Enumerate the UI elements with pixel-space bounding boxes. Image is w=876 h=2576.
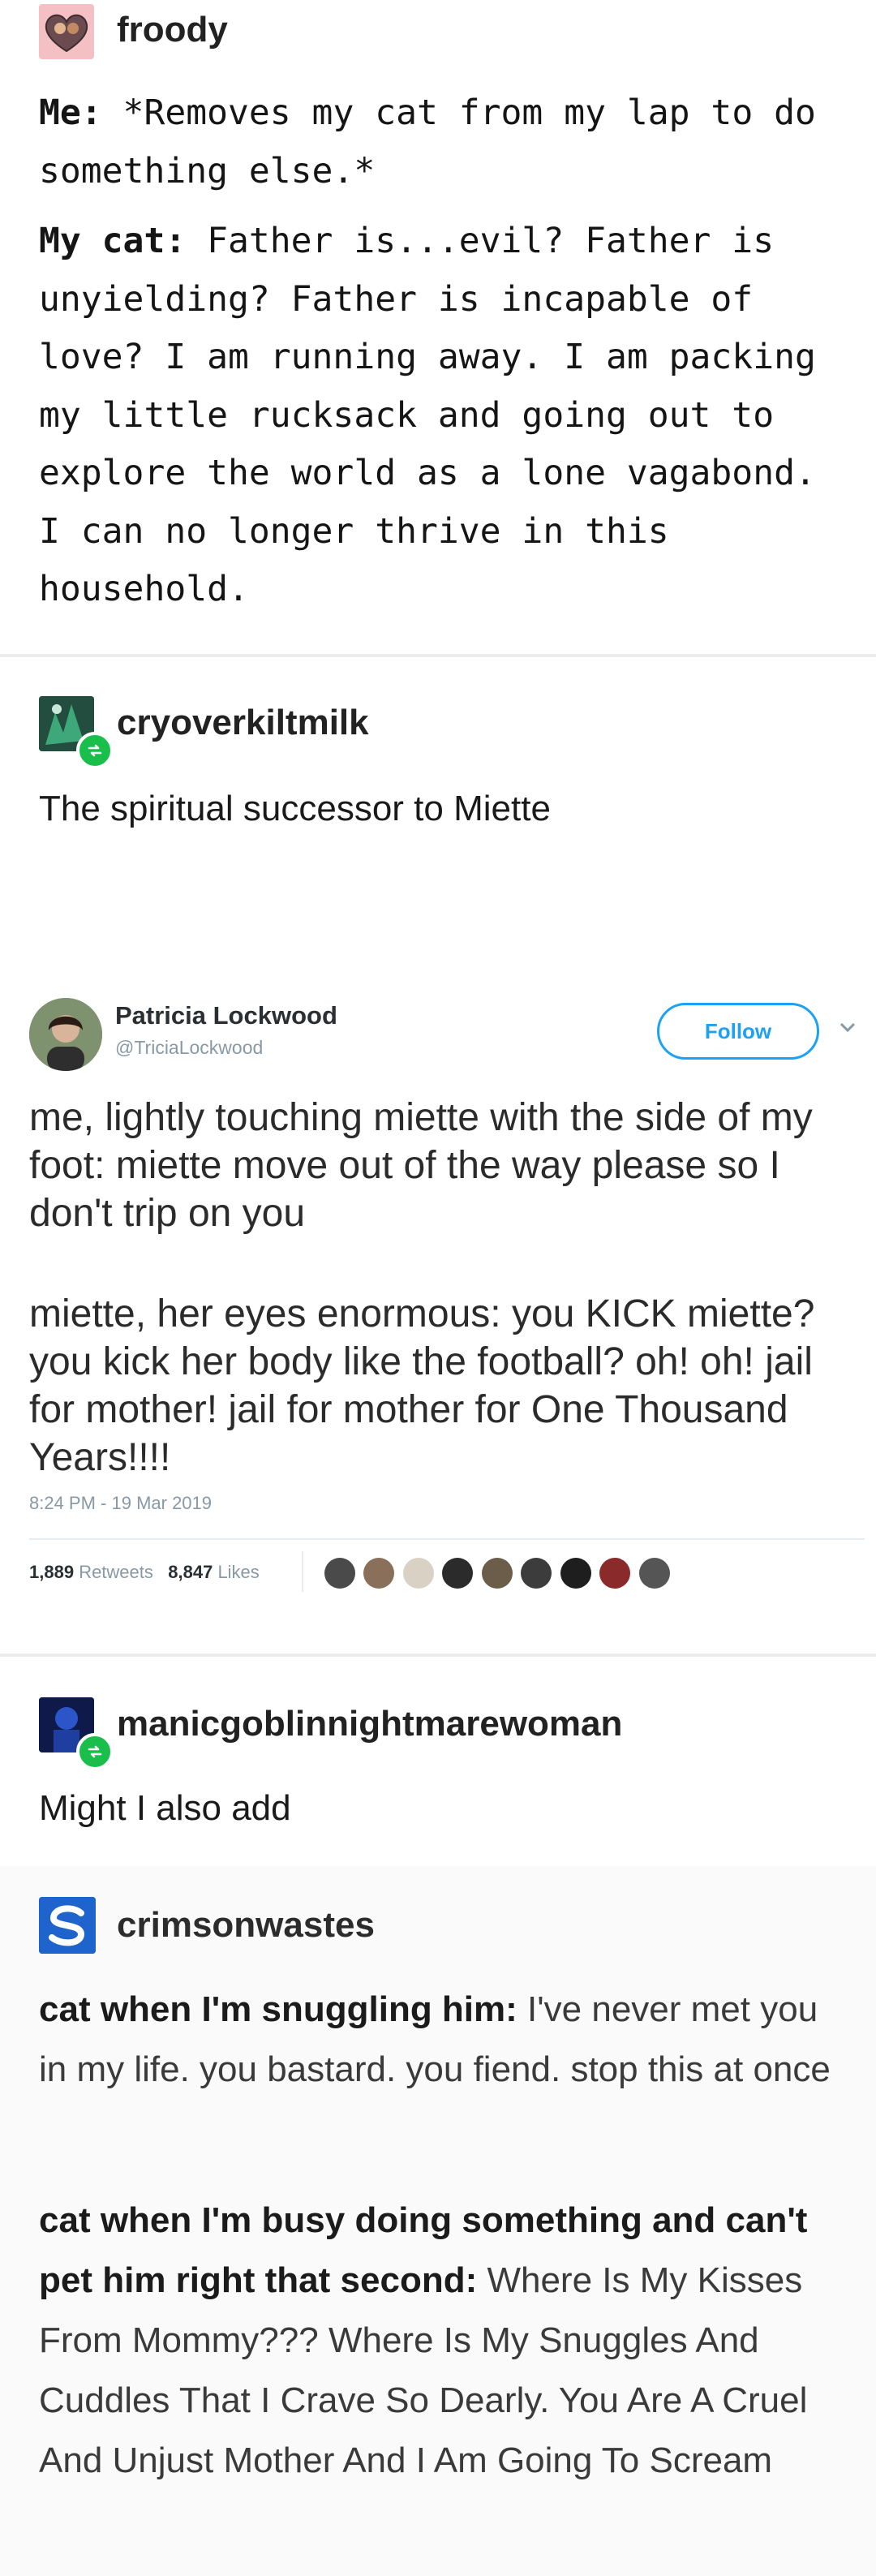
- username-manicgoblinnightmarewoman[interactable]: manicgoblinnightmarewoman: [117, 1704, 622, 1744]
- tweet-paragraph-2: miette, her eyes enormous: you KICK miet…: [29, 1292, 815, 1479]
- username-crimsonwastes[interactable]: crimsonwastes: [117, 1905, 375, 1946]
- tweet-author-handle[interactable]: @TriciaLockwood: [115, 1037, 263, 1059]
- post-paragraph-1: cat when I'm snuggling him: I've never m…: [39, 1980, 842, 2100]
- reblog-icon: [76, 1733, 114, 1770]
- liker-avatar-icon[interactable]: [560, 1558, 591, 1589]
- liker-avatar-icon[interactable]: [324, 1558, 355, 1589]
- likes-label[interactable]: Likes: [217, 1562, 259, 1582]
- tweet-timestamp[interactable]: 8:24 PM - 19 Mar 2019: [29, 1493, 212, 1514]
- reblog-icon: [76, 732, 114, 769]
- tweet-stats-rule: [29, 1538, 865, 1540]
- username-cryoverkiltmilk[interactable]: cryoverkiltmilk: [117, 703, 369, 743]
- tweet-avatar[interactable]: [29, 998, 102, 1071]
- liker-avatar-icon[interactable]: [481, 1558, 513, 1589]
- post-divider: [0, 654, 876, 657]
- post-divider: [0, 1654, 876, 1657]
- post-body-froody-1: Me: *Removes my cat from my lap to do so…: [39, 84, 850, 200]
- tweet-author-name[interactable]: Patricia Lockwood: [115, 1001, 337, 1030]
- paragraph-label: cat when I'm snuggling him:: [39, 1989, 517, 2029]
- post-crimsonwastes: crimsonwastes cat when I'm snuggling him…: [0, 1866, 876, 2576]
- post-text: Father is...evil? Father is unyielding? …: [39, 221, 816, 609]
- post-text: Might I also add: [39, 1788, 291, 1828]
- avatar-crimsonwastes[interactable]: [39, 1897, 96, 1954]
- avatar-image-icon: [39, 1897, 96, 1954]
- speaker-label-cat: My cat:: [39, 221, 187, 261]
- speaker-label-me: Me:: [39, 92, 102, 133]
- retweets-count: 1,889: [29, 1562, 75, 1582]
- avatar-froody[interactable]: [39, 4, 94, 59]
- liker-avatar-icon[interactable]: [599, 1558, 631, 1589]
- liker-avatar-icon[interactable]: [442, 1558, 474, 1589]
- username-froody[interactable]: froody: [117, 10, 228, 50]
- liker-avatars: [324, 1558, 675, 1590]
- post-paragraph-2: cat when I'm busy doing something and ca…: [39, 2191, 842, 2491]
- follow-button[interactable]: Follow: [657, 1003, 819, 1060]
- liker-avatar-icon[interactable]: [638, 1558, 670, 1589]
- liker-avatar-icon[interactable]: [402, 1558, 434, 1589]
- chevron-down-icon[interactable]: [839, 1021, 857, 1038]
- heart-avatar-icon: [45, 14, 88, 53]
- profile-photo-icon: [29, 998, 102, 1071]
- tweet-paragraph-1: me, lightly touching miette with the sid…: [29, 1096, 813, 1235]
- post-text: The spiritual successor to Miette: [39, 789, 551, 828]
- stats-separator: [302, 1551, 303, 1592]
- liker-avatar-icon[interactable]: [363, 1558, 395, 1589]
- likes-count: 8,847: [168, 1562, 213, 1582]
- post-body-froody-2: My cat: Father is...evil? Father is unyi…: [39, 213, 850, 619]
- liker-avatar-icon[interactable]: [521, 1558, 552, 1589]
- post-text: *Removes my cat from my lap to do someth…: [39, 92, 816, 191]
- retweets-label[interactable]: Retweets: [79, 1562, 153, 1582]
- tweet-stats: 1,889 Retweets 8,847 Likes: [29, 1562, 260, 1583]
